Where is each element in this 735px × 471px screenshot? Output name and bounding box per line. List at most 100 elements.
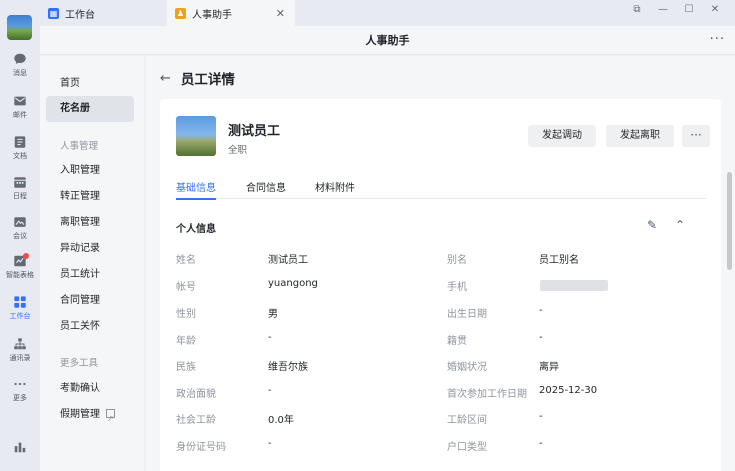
rail-messages[interactable]: 消息 — [0, 52, 40, 78]
field-label: 首次参加工作日期 — [447, 389, 527, 400]
field-value: 维吾尔族 — [268, 362, 308, 373]
tab-hr-assistant[interactable]: ♟ 人事助手 ✕ — [167, 0, 295, 26]
tab-attachments[interactable]: 材料附件 — [315, 179, 355, 194]
chevron-up-icon[interactable]: ⌃ — [672, 217, 688, 233]
tab-label: 人事助手 — [192, 9, 232, 21]
field-label: 姓名 — [176, 255, 196, 266]
field-value: 测试员工 — [268, 255, 308, 266]
rail-label: 文档 — [13, 152, 27, 160]
rail-app-store[interactable] — [0, 440, 40, 456]
menu-regularization[interactable]: 转正管理 — [46, 184, 134, 210]
field-label: 身份证号码 — [176, 442, 226, 453]
chat-icon — [14, 53, 26, 64]
menu-attendance[interactable]: 考勤确认 — [46, 376, 134, 402]
field-value: 2025-12-30 — [539, 385, 598, 396]
more-options-icon[interactable]: ··· — [710, 26, 725, 53]
tab-contract-info[interactable]: 合同信息 — [246, 179, 286, 194]
rail-label: 日程 — [13, 192, 27, 200]
employee-detail-card: 测试员工 全职 发起调动 发起离职 ··· 基础信息 合同信息 材料附件 个人信… — [160, 99, 721, 471]
field-value: 员工别名 — [539, 255, 579, 266]
initiate-transfer-button[interactable]: 发起调动 — [528, 125, 596, 147]
hr-side-menu: 首页 花名册 人事管理 入职管理 转正管理 离职管理 异动记录 员工统计 合同管… — [40, 56, 144, 471]
tab-workbench[interactable]: ▦ 工作台 — [48, 0, 95, 26]
menu-changes[interactable]: 异动记录 — [46, 236, 134, 262]
field-value: 离异 — [539, 362, 559, 373]
field-label: 出生日期 — [447, 309, 487, 320]
rail-label: 智能表格 — [6, 271, 34, 279]
more-actions-icon[interactable]: ··· — [682, 125, 710, 147]
employee-name: 测试员工 — [228, 124, 281, 139]
window-close-icon[interactable]: ✕ — [703, 0, 727, 18]
employee-photo — [176, 116, 216, 156]
field-row: 帐号 yuangong 手机 — [176, 278, 706, 294]
field-label: 工龄区间 — [447, 415, 487, 426]
more-dots-icon — [14, 382, 26, 386]
menu-offboarding[interactable]: 离职管理 — [46, 210, 134, 236]
rail-label: 通讯录 — [9, 354, 31, 362]
close-icon[interactable]: ✕ — [276, 7, 285, 20]
rail-workbench[interactable]: 工作台 — [0, 291, 40, 329]
edit-pencil-icon[interactable]: ✎ — [644, 217, 660, 233]
app-title-bar: 人事助手 ··· — [40, 26, 735, 55]
menu-leave[interactable]: 假期管理 — [46, 402, 134, 432]
notification-dot — [23, 253, 29, 259]
mail-icon — [14, 96, 26, 106]
field-label: 手机 — [447, 282, 467, 293]
app-title: 人事助手 — [365, 34, 410, 47]
field-value: - — [539, 332, 543, 343]
workbench-grid-icon: ▦ — [48, 7, 59, 19]
initiate-resignation-button[interactable]: 发起离职 — [606, 125, 674, 147]
rail-smart-form[interactable]: 智能表格 — [0, 253, 40, 280]
field-value: - — [268, 385, 272, 396]
rail-contacts[interactable]: 通讯录 — [0, 337, 40, 363]
rail-more[interactable]: 更多 — [0, 377, 40, 403]
page-header: ← 员工详情 — [160, 66, 235, 90]
field-value: - — [539, 411, 543, 422]
field-label: 籍贯 — [447, 336, 467, 347]
menu-contracts[interactable]: 合同管理 — [46, 288, 134, 314]
user-avatar[interactable] — [7, 15, 32, 40]
maximize-icon[interactable]: ☐ — [677, 0, 701, 18]
field-value: 男 — [268, 309, 278, 320]
field-value: yuangong — [268, 278, 318, 289]
menu-care[interactable]: 员工关怀 — [46, 314, 134, 340]
hr-assistant-icon: ♟ — [175, 7, 186, 19]
menu-onboarding[interactable]: 入职管理 — [46, 158, 134, 184]
grid-icon — [14, 296, 26, 308]
field-value: - — [539, 305, 543, 316]
field-row: 姓名 测试员工 别名 员工别名 — [176, 251, 706, 267]
detail-tabs: 基础信息 合同信息 材料附件 — [176, 179, 706, 200]
rail-label: 会议 — [13, 232, 27, 240]
main-content: ← 员工详情 测试员工 全职 发起调动 发起离职 ··· 基础信息 合同信息 材… — [146, 56, 735, 471]
menu-home[interactable]: 首页 — [46, 71, 134, 97]
back-arrow-icon[interactable]: ← — [160, 71, 171, 86]
menu-leave-label: 假期管理 — [60, 409, 100, 420]
window-tab-bar: ▦ 工作台 ♟ 人事助手 ✕ ⧉ — ☐ ✕ — [40, 0, 735, 26]
rail-meeting[interactable]: 会议 — [0, 215, 40, 241]
tab-label: 工作台 — [65, 9, 95, 21]
field-label: 年龄 — [176, 336, 196, 347]
rail-mail[interactable]: 邮件 — [0, 94, 40, 120]
calendar-icon — [14, 177, 26, 188]
masked-phone-value — [540, 280, 608, 291]
menu-statistics[interactable]: 员工统计 — [46, 262, 134, 288]
menu-roster[interactable]: 花名册 — [46, 96, 134, 122]
meeting-icon — [14, 217, 26, 227]
rail-label: 更多 — [13, 394, 27, 402]
app-rail: 消息 邮件 文档 日程 会议 智能表格 工作台 通讯录 更多 — [0, 0, 40, 471]
rail-calendar[interactable]: 日程 — [0, 175, 40, 201]
vertical-scrollbar[interactable] — [727, 172, 732, 270]
minimize-icon[interactable]: — — [651, 0, 675, 18]
rail-label: 工作台 — [9, 312, 31, 320]
menu-group-tools: 更多工具 — [60, 358, 99, 369]
document-icon — [14, 136, 26, 148]
field-label: 性别 — [176, 309, 196, 320]
pin-window-icon[interactable]: ⧉ — [625, 0, 649, 18]
rail-docs[interactable]: 文档 — [0, 135, 40, 161]
tab-basic-info[interactable]: 基础信息 — [176, 179, 216, 200]
field-value: - — [539, 438, 543, 449]
field-label: 民族 — [176, 362, 196, 373]
field-value: 0.0年 — [268, 415, 294, 426]
field-row: 年龄 - 籍贯 - — [176, 332, 706, 348]
page-title: 员工详情 — [180, 72, 235, 88]
